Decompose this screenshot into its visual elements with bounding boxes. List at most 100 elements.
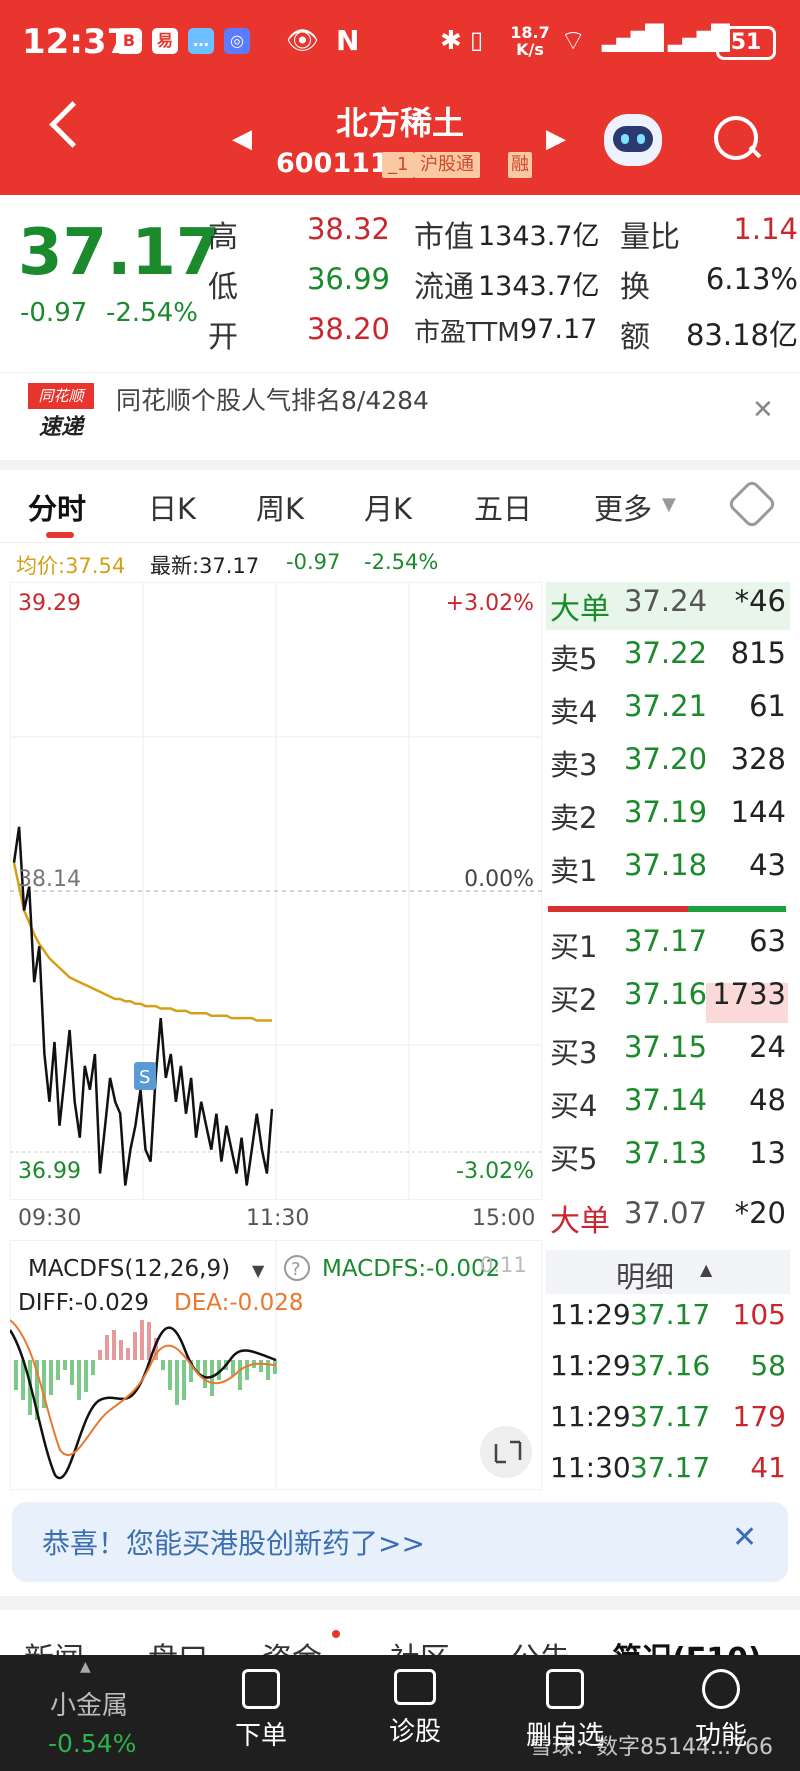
detail-label: 明细 [616,1260,675,1294]
tick-price: 37.17 [630,1400,711,1433]
bid-row[interactable]: 买4 37.14 48 [550,1083,786,1131]
battery-indicator: 51 [716,26,776,60]
bid-level: 买4 [550,1089,598,1123]
ask-volume: 328 [730,742,786,776]
bid-level: 买5 [550,1142,598,1176]
tick-volume: 41 [750,1451,786,1484]
time-axis-end: 15:00 [472,1206,536,1231]
macd-bar [14,1360,18,1390]
bid-row[interactable]: 买3 37.15 24 [550,1030,786,1078]
time-axis-start: 09:30 [18,1206,82,1231]
tag-level: _1 [382,152,415,178]
popularity-banner[interactable]: 同花顺 速递 同花顺个股人气排名8/4284 ✕ [0,372,800,461]
tab-more[interactable]: 更多 [594,486,652,528]
tick-volume: 179 [732,1400,786,1433]
document-icon [242,1669,280,1709]
amount-label: 额 [620,320,650,355]
ask-row[interactable]: 卖2 37.19 144 [550,795,786,843]
low-label: 低 [208,270,238,305]
help-icon-glyph: ? [291,1259,301,1280]
pe-label: 市盈TTM [414,318,520,348]
eye-icon: 👁 [286,26,320,56]
close-icon[interactable]: ✕ [732,1520,757,1555]
big-order-label: 大单 [550,1204,610,1239]
chevron-up-icon: ▲ [80,1659,91,1675]
macd-chart[interactable]: MACDFS(12,26,9) ▼ ? MACDFS:-0.002 0.11 D… [10,1240,542,1490]
bid-ask-ratio-green [688,906,786,912]
macd-indicator-name[interactable]: MACDFS(12,26,9) [28,1256,230,1282]
ask-row[interactable]: 卖3 37.20 328 [550,742,786,790]
ask-row[interactable]: 卖5 37.22 815 [550,636,786,684]
diagnose-button[interactable]: 诊股 [380,1669,450,1748]
macd-bar [98,1350,102,1360]
high-value: 38.32 [306,212,390,246]
pe-value: 97.17 [520,314,598,345]
tick-price: 37.16 [630,1349,711,1382]
big-order-price: 37.24 [624,584,708,618]
detail-header[interactable]: 明细 ▲ [546,1250,790,1294]
big-order-price: 37.07 [624,1196,708,1230]
ask-price: 37.20 [624,742,708,776]
menu-icon [702,1669,740,1709]
sector-name[interactable]: 小金属 [50,1685,128,1722]
message-icon: … [188,28,214,54]
macd-bar [245,1360,249,1380]
settings-icon[interactable] [726,478,778,530]
tab-intraday[interactable]: 分时 [28,486,86,528]
ask-price: 37.22 [624,636,708,670]
tick-time: 11:29 [550,1298,631,1331]
ask-row[interactable]: 卖1 37.18 43 [550,848,786,896]
ask-level: 卖1 [550,854,598,888]
next-stock-icon[interactable]: ▶ [546,124,566,154]
robot-assistant-icon[interactable] [604,114,662,166]
close-icon[interactable]: ✕ [752,395,774,425]
tag-connect: 沪股通 [414,152,480,178]
order-button[interactable]: 下单 [226,1669,296,1752]
order-label: 下单 [234,1721,287,1751]
stock-name: 北方稀土 [335,104,464,142]
red-dot-badge [332,1630,340,1638]
macd-right-scale: 0.11 [480,1253,527,1277]
dea-value: DEA:-0.028 [174,1290,303,1316]
minus-box-icon [546,1669,584,1709]
chevron-down-icon[interactable]: ▼ [252,1261,265,1280]
macd-bar [49,1360,53,1395]
bid-price: 37.13 [624,1136,708,1170]
bid-price: 37.15 [624,1030,708,1064]
bid-row[interactable]: 买1 37.17 63 [550,924,786,972]
tag-margin: 融 [508,152,532,178]
high-label: 高 [208,220,238,255]
promo-banner[interactable]: 恭喜！您能买港股创新药了>> ✕ [12,1502,788,1582]
macd-bar [140,1320,144,1360]
prev-stock-icon[interactable]: ◀ [232,124,252,154]
ask-row[interactable]: 卖4 37.21 61 [550,689,786,737]
chart-top-price: 39.29 [18,591,81,616]
bid-level: 买1 [550,930,598,964]
macd-bar [203,1360,207,1388]
tab-weekly-k[interactable]: 周K [256,486,304,528]
app-header: 12:37 B 易 … ◎ 👁 N ✱ ▯ 18.7 K/s ⌔ ▂▄▆█ ▂▄… [0,0,800,195]
avg-price-label: 均价:37.54 [16,554,126,578]
turnover-label: 换 [620,270,650,305]
chart-bottom-price: 36.99 [18,1159,81,1184]
amount-value: 83.18亿 [685,318,798,352]
active-tab-indicator [46,532,74,538]
tab-five-day[interactable]: 五日 [474,486,532,528]
ask-price: 37.18 [624,848,708,882]
bid-row[interactable]: 买5 37.13 13 [550,1136,786,1184]
tab-daily-k[interactable]: 日K [148,486,196,528]
intraday-chart[interactable]: S 39.29 +3.02% 38.14 0.00% 36.99 -3.02% [10,582,542,1200]
search-icon[interactable] [714,116,758,160]
chevron-up-icon: ▲ [700,1260,713,1279]
latest-change: -0.97 [286,550,341,574]
macd-bar [133,1332,137,1360]
tab-monthly-k[interactable]: 月K [364,486,412,528]
bid-row[interactable]: 买2 37.16 1733 [550,977,786,1025]
tick-time: 11:29 [550,1349,631,1382]
app-notification-icon: ◎ [224,28,250,54]
app-notification-icon: B [116,28,142,54]
macd-bar [63,1360,67,1370]
macd-bar [266,1360,270,1380]
expand-button[interactable] [480,1426,532,1478]
float-value: 1343.7亿 [478,271,600,302]
